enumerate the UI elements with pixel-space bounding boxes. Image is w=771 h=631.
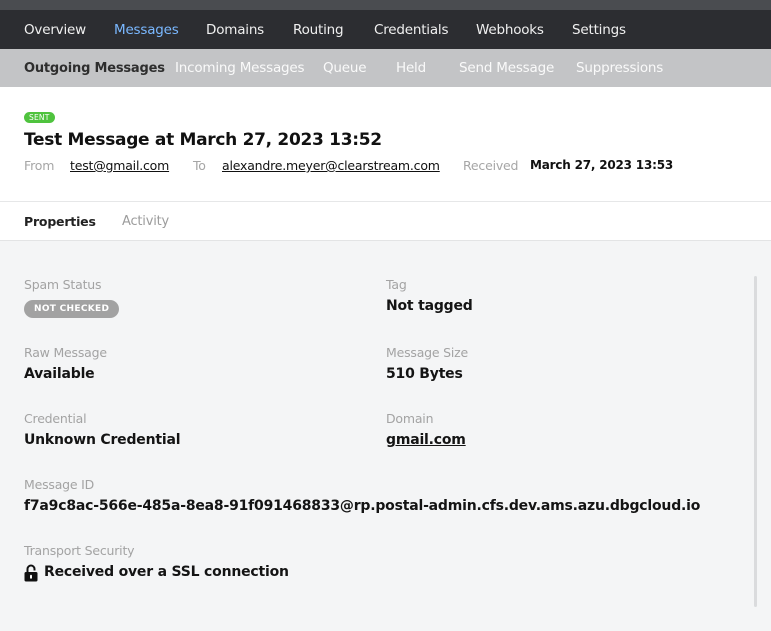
- lock-icon: [24, 564, 38, 582]
- tab-activity[interactable]: Activity: [122, 202, 169, 241]
- from-label: From: [24, 158, 55, 173]
- tag-label: Tag: [386, 277, 407, 292]
- subnav-suppressions[interactable]: Suppressions: [576, 49, 663, 87]
- nav-webhooks[interactable]: Webhooks: [476, 10, 544, 49]
- transport-security-value: Received over a SSL connection: [44, 564, 289, 580]
- from-address-link[interactable]: test@gmail.com: [70, 158, 169, 173]
- subnav-outgoing-messages[interactable]: Outgoing Messages: [24, 49, 165, 87]
- domain-label: Domain: [386, 411, 434, 426]
- transport-security-label: Transport Security: [24, 543, 135, 558]
- to-label: To: [193, 158, 206, 173]
- message-tabs: Properties Activity: [0, 201, 771, 241]
- main-nav: Overview Messages Domains Routing Creden…: [0, 10, 771, 49]
- nav-credentials[interactable]: Credentials: [374, 10, 449, 49]
- nav-domains[interactable]: Domains: [206, 10, 264, 49]
- top-strip: [0, 0, 771, 10]
- message-size-label: Message Size: [386, 345, 469, 360]
- message-size-value: 510 Bytes: [386, 366, 463, 382]
- page-title: Test Message at March 27, 2023 13:52: [24, 130, 382, 150]
- properties-panel: Spam Status NOT CHECKED Tag Not tagged R…: [0, 241, 771, 631]
- credential-value: Unknown Credential: [24, 432, 181, 448]
- nav-routing[interactable]: Routing: [293, 10, 344, 49]
- message-header: SENT Test Message at March 27, 2023 13:5…: [0, 87, 771, 201]
- nav-settings[interactable]: Settings: [572, 10, 626, 49]
- subnav-send-message[interactable]: Send Message: [459, 49, 554, 87]
- subnav-incoming-messages[interactable]: Incoming Messages: [175, 49, 305, 87]
- subnav-held[interactable]: Held: [396, 49, 426, 87]
- scrollbar[interactable]: [754, 276, 757, 607]
- to-address-link[interactable]: alexandre.meyer@clearstream.com: [222, 158, 440, 173]
- subnav-queue[interactable]: Queue: [323, 49, 367, 87]
- received-label: Received: [463, 158, 519, 173]
- message-id-value: f7a9c8ac-566e-485a-8ea8-91f091468833@rp.…: [24, 498, 701, 514]
- spam-status-badge: NOT CHECKED: [24, 300, 120, 318]
- nav-overview[interactable]: Overview: [24, 10, 86, 49]
- nav-messages[interactable]: Messages: [114, 10, 179, 49]
- status-badge: SENT: [24, 112, 55, 123]
- sub-nav: Outgoing Messages Incoming Messages Queu…: [0, 49, 771, 87]
- message-id-label: Message ID: [24, 477, 95, 492]
- tag-value: Not tagged: [386, 298, 473, 314]
- received-timestamp: March 27, 2023 13:53: [530, 158, 674, 172]
- spam-status-label: Spam Status: [24, 277, 102, 292]
- credential-label: Credential: [24, 411, 87, 426]
- tab-properties[interactable]: Properties: [24, 202, 96, 241]
- raw-message-label: Raw Message: [24, 345, 107, 360]
- domain-link[interactable]: gmail.com: [386, 432, 466, 448]
- raw-message-value: Available: [24, 366, 95, 382]
